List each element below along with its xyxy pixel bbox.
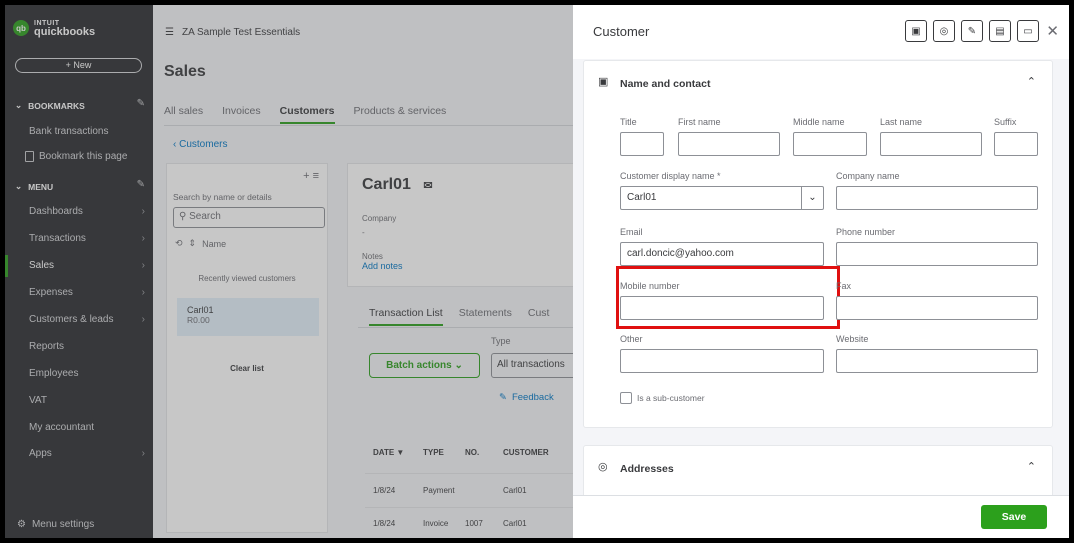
email-field[interactable]: carl.doncic@yahoo.com — [620, 242, 824, 266]
display-name-value: Carl01 — [627, 192, 657, 203]
notes-edit-icon[interactable]: ✎ — [961, 20, 983, 42]
first-name-field[interactable] — [678, 132, 780, 156]
section-title: Name and contact — [620, 78, 711, 90]
title-field[interactable] — [620, 132, 664, 156]
checkbox-box[interactable] — [620, 392, 632, 404]
contact-card-icon[interactable]: ▣ — [905, 20, 927, 42]
website-label: Website — [836, 334, 869, 344]
company-name-label: Company name — [836, 171, 900, 181]
modal-backdrop[interactable] — [5, 5, 573, 538]
website-field[interactable] — [836, 349, 1038, 373]
location-pin-icon: ◎ — [598, 461, 608, 473]
first-name-label: First name — [678, 117, 721, 127]
panel-header: Customer ▣ ◎ ✎ ▤ ▭ ✕ — [573, 5, 1069, 59]
sub-customer-label: Is a sub-customer — [637, 393, 705, 403]
suffix-label: Suffix — [994, 117, 1017, 127]
other-label: Other — [620, 334, 643, 344]
fax-field[interactable] — [836, 296, 1038, 320]
mobile-label: Mobile number — [620, 281, 680, 291]
payments-icon[interactable]: ▤ — [989, 20, 1011, 42]
title-label: Title — [620, 117, 637, 127]
section-title: Addresses — [620, 463, 674, 475]
company-name-field[interactable] — [836, 186, 1038, 210]
close-icon[interactable]: ✕ — [1046, 22, 1059, 40]
suffix-field[interactable] — [994, 132, 1038, 156]
chevron-down-icon[interactable]: ⌄ — [801, 187, 823, 209]
phone-label: Phone number — [836, 227, 896, 237]
save-button[interactable]: Save — [981, 505, 1047, 529]
customer-panel: Customer ▣ ◎ ✎ ▤ ▭ ✕ ▣ Name and contact … — [573, 5, 1069, 538]
location-pin-icon[interactable]: ◎ — [933, 20, 955, 42]
other-field[interactable] — [620, 349, 824, 373]
display-name-label: Customer display name * — [620, 171, 721, 181]
sub-customer-checkbox[interactable]: Is a sub-customer — [620, 392, 705, 404]
last-name-label: Last name — [880, 117, 923, 127]
document-icon[interactable]: ▭ — [1017, 20, 1039, 42]
email-label: Email — [620, 227, 643, 237]
middle-name-field[interactable] — [793, 132, 867, 156]
contact-card-icon: ▣ — [598, 76, 609, 88]
display-name-select[interactable]: Carl01 ⌄ — [620, 186, 824, 210]
panel-toolbar: ▣ ◎ ✎ ▤ ▭ — [905, 20, 1039, 42]
chevron-up-icon[interactable]: ⌃ — [1027, 75, 1036, 88]
last-name-field[interactable] — [880, 132, 982, 156]
fax-label: Fax — [836, 281, 852, 291]
middle-name-label: Middle name — [793, 117, 845, 127]
app-window: qb INTUIT quickbooks + New ⌄ BOOKMARKS ✎… — [5, 5, 1069, 538]
panel-footer: Save — [573, 495, 1069, 538]
panel-title: Customer — [593, 24, 650, 39]
chevron-up-icon[interactable]: ⌃ — [1027, 460, 1036, 473]
mobile-field[interactable] — [620, 296, 824, 320]
phone-field[interactable] — [836, 242, 1038, 266]
name-contact-section: ▣ Name and contact ⌃ Title First name Mi… — [583, 60, 1053, 428]
